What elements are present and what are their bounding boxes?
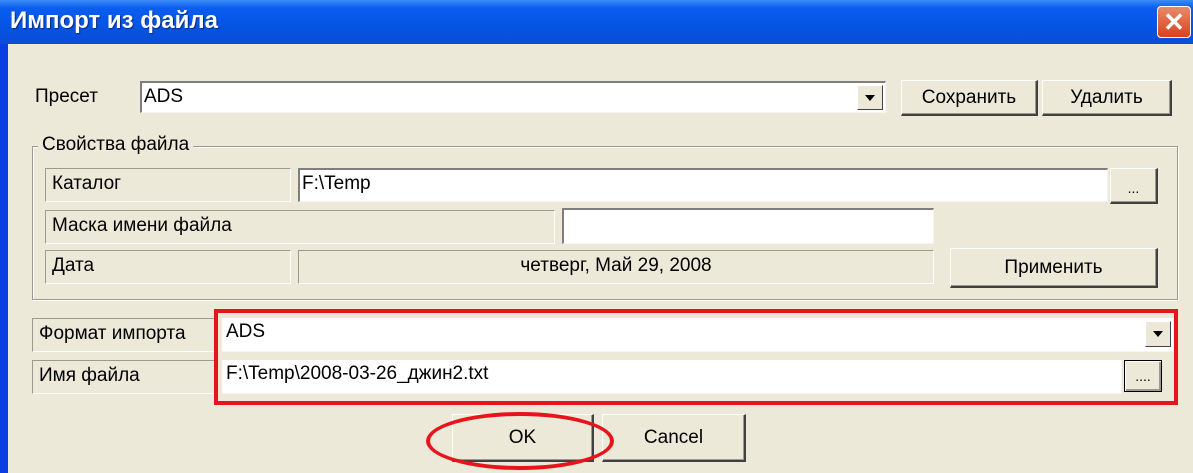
import-format-label: Формат импорта bbox=[32, 318, 218, 352]
preset-label: Пресет bbox=[35, 86, 98, 107]
filename-label: Имя файла bbox=[32, 360, 218, 394]
preset-dropdown-button[interactable] bbox=[857, 85, 883, 110]
preset-value: ADS bbox=[144, 86, 184, 107]
title-bar[interactable]: Импорт из файла ✕ bbox=[0, 0, 1193, 44]
filename-browse-button[interactable]: .... bbox=[1124, 360, 1162, 392]
catalog-input[interactable]: F:\Temp bbox=[298, 168, 1108, 202]
chevron-down-icon bbox=[865, 94, 875, 101]
import-format-dropdown-button[interactable] bbox=[1145, 321, 1171, 347]
import-format-select[interactable]: ADS bbox=[222, 318, 1174, 352]
date-value: четверг, Май 29, 2008 bbox=[298, 250, 934, 284]
close-icon: ✕ bbox=[1163, 7, 1185, 37]
filename-input[interactable]: F:\Temp\2008-03-26_джин2.txt bbox=[222, 360, 1122, 394]
import-dialog: Импорт из файла ✕ Пресет ADS Сохранить У… bbox=[0, 0, 1193, 473]
delete-preset-button[interactable]: Удалить bbox=[1042, 80, 1172, 116]
window-title: Импорт из файла bbox=[10, 7, 218, 34]
catalog-label: Каталог bbox=[45, 168, 291, 202]
mask-label: Маска имени файла bbox=[45, 210, 555, 244]
preset-select[interactable]: ADS bbox=[140, 81, 886, 113]
catalog-browse-button[interactable]: ... bbox=[1110, 168, 1158, 204]
cancel-button[interactable]: Cancel bbox=[602, 414, 746, 462]
import-format-value: ADS bbox=[226, 321, 266, 342]
apply-button[interactable]: Применить bbox=[950, 248, 1158, 288]
chevron-down-icon bbox=[1153, 331, 1163, 337]
mask-input[interactable] bbox=[562, 208, 934, 244]
ok-button[interactable]: OK bbox=[452, 414, 594, 462]
file-properties-title: Свойства файла bbox=[38, 134, 194, 156]
save-preset-button[interactable]: Сохранить bbox=[901, 80, 1038, 116]
date-label: Дата bbox=[45, 250, 291, 284]
close-button[interactable]: ✕ bbox=[1157, 6, 1191, 38]
